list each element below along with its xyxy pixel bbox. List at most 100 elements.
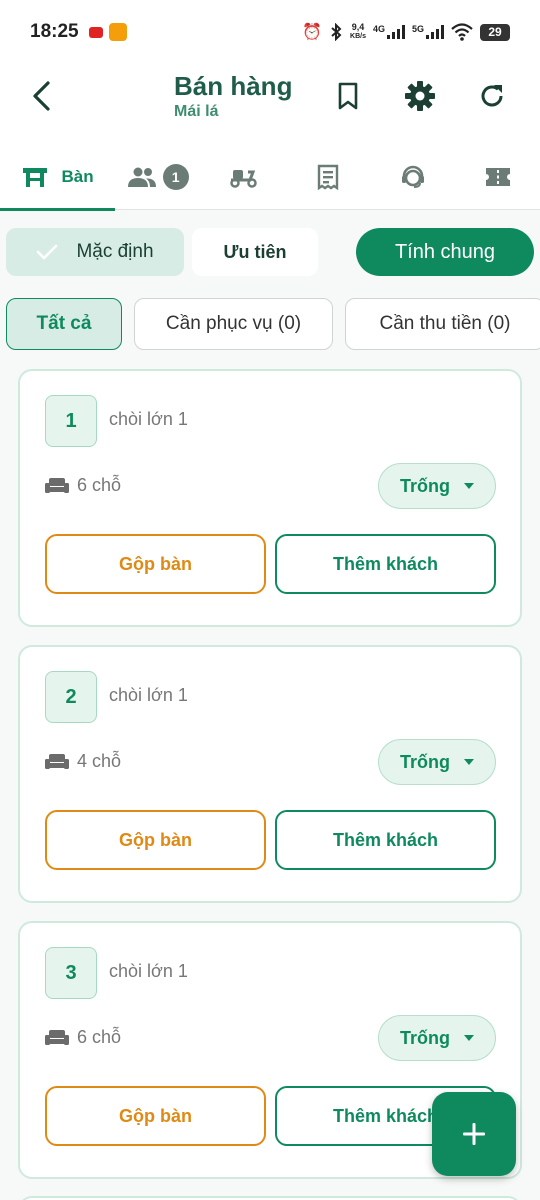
merge-table-label: Gộp bàn bbox=[119, 829, 192, 850]
sofa-icon bbox=[45, 1029, 69, 1045]
battery-icon: 29 bbox=[480, 23, 510, 41]
bluetooth-icon bbox=[331, 23, 342, 41]
tab-tables[interactable]: Bàn bbox=[0, 144, 116, 211]
ticket-icon bbox=[485, 168, 510, 186]
app-notification-icon bbox=[108, 23, 127, 41]
merge-table-button[interactable]: Gộp bàn bbox=[45, 1086, 266, 1146]
table-icon bbox=[22, 168, 47, 187]
mode-default-label: Mặc định bbox=[76, 241, 154, 262]
support-icon bbox=[401, 165, 424, 188]
bookmark-button[interactable] bbox=[330, 78, 366, 114]
add-customer-label: Thêm khách bbox=[332, 1105, 439, 1126]
add-customer-label: Thêm khách bbox=[332, 553, 439, 574]
status-indicators: ⏰ 9,4 KB/s 4G 5G 29 bbox=[302, 22, 510, 42]
gear-icon bbox=[405, 81, 435, 111]
filter-chips: Tất cả Cần phục vụ (0) Cần thu tiền (0) bbox=[6, 298, 540, 350]
tab-tables-label: Bàn bbox=[61, 167, 94, 186]
tab-customers[interactable]: 1 bbox=[115, 144, 200, 210]
table-status-dropdown[interactable]: Trống bbox=[378, 463, 496, 509]
add-customer-label: Thêm khách bbox=[332, 829, 439, 850]
mode-priority-label: Ưu tiên bbox=[223, 241, 287, 262]
people-icon bbox=[127, 167, 156, 187]
table-area: chòi lớn 1 bbox=[109, 685, 188, 705]
title-block: Bán hàng Mái lá bbox=[174, 71, 292, 121]
check-icon bbox=[37, 244, 58, 260]
mode-priority-button[interactable]: Ưu tiên bbox=[192, 228, 318, 276]
refresh-button[interactable] bbox=[474, 78, 510, 114]
total-calculation-button[interactable]: Tính chung bbox=[356, 228, 534, 276]
filter-need-payment-chip[interactable]: Cần thu tiền (0) bbox=[345, 298, 540, 350]
tab-support[interactable] bbox=[370, 144, 455, 210]
caret-down-icon bbox=[464, 759, 474, 765]
bookmark-icon bbox=[338, 82, 358, 110]
table-status-label: Trống bbox=[400, 475, 450, 496]
status-bar: 18:25 ⏰ 9,4 KB/s 4G 5G 29 bbox=[0, 0, 540, 64]
app-bar: Bán hàng Mái lá bbox=[0, 64, 540, 144]
scooter-icon bbox=[229, 170, 257, 188]
filter-need-payment-label: Cần thu tiền (0) bbox=[379, 313, 511, 334]
alarm-icon: ⏰ bbox=[302, 24, 323, 41]
caret-down-icon bbox=[464, 1035, 474, 1041]
network-speed: 9,4 KB/s bbox=[350, 23, 366, 41]
table-status-dropdown[interactable]: Trống bbox=[378, 1015, 496, 1061]
merge-table-label: Gộp bàn bbox=[119, 1105, 192, 1126]
youtube-notification-icon bbox=[88, 26, 103, 38]
filter-all-chip[interactable]: Tất cả bbox=[6, 298, 122, 350]
sim2-signal: 5G bbox=[412, 25, 444, 39]
filter-all-label: Tất cả bbox=[36, 313, 92, 334]
table-seats: 6 chỗ bbox=[45, 475, 121, 496]
back-button[interactable] bbox=[24, 78, 60, 114]
table-area: chòi lớn 1 bbox=[109, 961, 188, 981]
table-number: 3 bbox=[45, 947, 97, 999]
tab-bar: Bàn 1 bbox=[0, 144, 540, 211]
mode-default-button[interactable]: Mặc định bbox=[6, 228, 184, 276]
plus-icon bbox=[463, 1123, 485, 1145]
signal-bars-icon bbox=[426, 25, 444, 39]
filter-need-service-chip[interactable]: Cần phục vụ (0) bbox=[134, 298, 333, 350]
status-time: 18:25 bbox=[30, 21, 79, 42]
merge-table-button[interactable]: Gộp bàn bbox=[45, 810, 266, 870]
sofa-icon bbox=[45, 477, 69, 493]
table-status-label: Trống bbox=[400, 1027, 450, 1048]
refresh-icon bbox=[481, 85, 503, 107]
table-status-dropdown[interactable]: Trống bbox=[378, 739, 496, 785]
back-arrow-icon bbox=[33, 81, 50, 111]
table-number: 2 bbox=[45, 671, 97, 723]
add-customer-button[interactable]: Thêm khách bbox=[275, 534, 496, 594]
table-card[interactable]: 2 chòi lớn 1 4 chỗ Trống Gộp bàn Thêm kh… bbox=[18, 645, 522, 903]
sofa-icon bbox=[45, 753, 69, 769]
table-seats: 6 chỗ bbox=[45, 1027, 121, 1048]
page-title: Bán hàng bbox=[174, 71, 293, 101]
battery-level: 29 bbox=[488, 24, 502, 39]
receipt-icon bbox=[317, 164, 338, 190]
network-speed-value: 9,4 bbox=[351, 22, 365, 32]
network-speed-unit: KB/s bbox=[350, 33, 366, 40]
table-seats-label: 6 chỗ bbox=[77, 1027, 122, 1047]
table-number: 1 bbox=[45, 395, 97, 447]
table-seats: 4 chỗ bbox=[45, 751, 121, 772]
add-customer-button[interactable]: Thêm khách bbox=[275, 810, 496, 870]
settings-button[interactable] bbox=[402, 78, 438, 114]
table-status-label: Trống bbox=[400, 751, 450, 772]
total-calculation-label: Tính chung bbox=[394, 240, 496, 263]
table-seats-label: 4 chỗ bbox=[77, 751, 122, 771]
merge-table-label: Gộp bàn bbox=[119, 553, 192, 574]
table-area: chòi lớn 1 bbox=[109, 409, 188, 429]
sim2-type: 5G bbox=[411, 24, 424, 34]
filter-need-service-label: Cần phục vụ (0) bbox=[165, 313, 302, 334]
mode-selector: Mặc định Ưu tiên Tính chung bbox=[6, 228, 534, 276]
customers-badge: 1 bbox=[162, 164, 189, 190]
tab-delivery[interactable] bbox=[200, 144, 285, 210]
page-subtitle: Mái lá bbox=[174, 103, 219, 120]
table-card[interactable]: 1 chòi lớn 1 6 chỗ Trống Gộp bàn Thêm kh… bbox=[18, 369, 522, 627]
merge-table-button[interactable]: Gộp bàn bbox=[45, 534, 266, 594]
table-card-partial bbox=[18, 1196, 522, 1200]
table-seats-label: 6 chỗ bbox=[77, 475, 122, 495]
sim1-type: 4G bbox=[372, 24, 385, 34]
add-fab-button[interactable] bbox=[432, 1092, 516, 1176]
signal-bars-icon bbox=[386, 25, 405, 39]
wifi-icon bbox=[451, 23, 473, 41]
caret-down-icon bbox=[464, 483, 474, 489]
tab-tickets[interactable] bbox=[455, 144, 540, 210]
tab-orders[interactable] bbox=[285, 144, 370, 210]
